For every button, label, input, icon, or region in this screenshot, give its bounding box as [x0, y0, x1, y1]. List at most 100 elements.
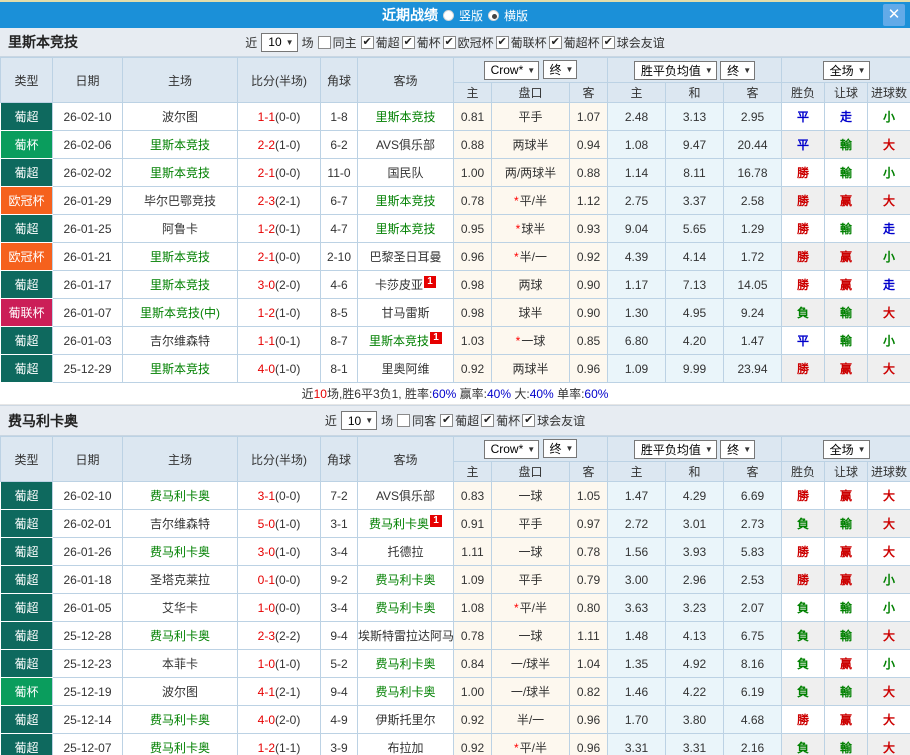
chevron-down-icon: ▼ [365, 416, 374, 425]
handicap-text: 平/半 [519, 194, 547, 208]
home-team: 毕尔巴鄂竞技 [122, 186, 238, 215]
away-team-name: 布拉加 [387, 741, 424, 755]
checkbox-checked-icon[interactable] [548, 35, 562, 49]
full-match-select[interactable]: 全场 ▼ [822, 60, 870, 80]
result-goals: 大 [867, 677, 910, 706]
handicap-text: 平手 [518, 517, 543, 531]
checkbox-unchecked-icon[interactable] [317, 35, 331, 49]
halftime-score: (0-0) [275, 165, 301, 180]
league-type-badge: 葡超 [0, 354, 53, 383]
league-filter-葡超[interactable]: 葡超 [440, 412, 479, 429]
sub-handicap: 盘口 [491, 461, 570, 482]
league-filter-葡杯[interactable]: 葡杯 [481, 412, 520, 429]
result-goals: 走 [867, 214, 910, 243]
checkbox-checked-icon[interactable] [442, 35, 456, 49]
corner-score: 3-9 [320, 733, 358, 755]
live-odds-star-icon: * [513, 250, 519, 264]
corner-score: 6-2 [320, 130, 358, 159]
odds-source-select[interactable]: Crow* ▼ [483, 439, 540, 459]
checkbox-checked-icon[interactable] [522, 414, 536, 427]
mean-draw-odds: 5.65 [665, 214, 724, 243]
away-team: 费马利卡奥 [357, 593, 454, 622]
vertical-layout-label[interactable]: 竖版 [459, 7, 483, 24]
chevron-down-icon: ▼ [527, 65, 536, 75]
match-count-select[interactable]: 10 ▼ [340, 411, 378, 430]
mean-final-select[interactable]: 终 ▼ [720, 439, 756, 459]
home-team: 里斯本竞技 [122, 354, 238, 383]
league-filter-葡杯[interactable]: 葡杯 [401, 34, 441, 51]
home-odds: 0.98 [453, 298, 492, 327]
league-filter-葡超[interactable]: 葡超 [360, 34, 400, 51]
checkbox-checked-icon[interactable] [401, 35, 415, 49]
result-goals: 大 [867, 354, 910, 383]
league-filter-球会友谊[interactable]: 球会友谊 [601, 34, 665, 51]
match-row: 葡超 25-12-23 本菲卡 1-0(1-0) 5-2 费马利卡奥 0.84 一/球半 1.0… [0, 649, 910, 678]
mean-final-select[interactable]: 终 ▼ [720, 60, 756, 80]
league-type-badge: 欧冠杯 [0, 242, 53, 271]
away-team: 里奥阿维 [357, 354, 454, 383]
same-venue-filter[interactable]: 同主 [317, 34, 357, 51]
checkbox-unchecked-icon[interactable] [397, 414, 411, 427]
league-filter-葡超杯[interactable]: 葡超杯 [548, 34, 600, 51]
home-team-name: 费马利卡奥 [149, 545, 210, 559]
result-goals: 小 [867, 649, 910, 678]
away-team: 托德拉 [357, 537, 454, 566]
wdl-mean-select[interactable]: 胜平负均值 ▼ [633, 60, 717, 80]
same-venue-filter[interactable]: 同客 [397, 412, 436, 429]
titlebar: 近期战绩 竖版 横版 ✕ [0, 0, 910, 28]
horizontal-layout-radio[interactable] [488, 9, 499, 21]
away-odds: 0.97 [569, 509, 608, 538]
corner-score: 9-2 [320, 565, 358, 594]
home-odds: 1.09 [453, 565, 492, 594]
home-team-name: 圣塔克莱拉 [149, 573, 210, 587]
full-match-select[interactable]: 全场 ▼ [822, 439, 870, 459]
fulltime-score: 4-1 [257, 684, 275, 699]
horizontal-layout-label[interactable]: 横版 [504, 7, 528, 24]
vertical-layout-radio[interactable] [442, 9, 454, 21]
mean-away-odds: 1.72 [722, 242, 783, 271]
mean-away-odds: 2.95 [722, 102, 783, 131]
result-goals: 小 [867, 102, 910, 131]
odds-source-select[interactable]: Crow* ▼ [483, 60, 540, 80]
league-filter-球会友谊[interactable]: 球会友谊 [522, 412, 585, 429]
checkbox-checked-icon[interactable] [360, 35, 374, 49]
home-team-name: 费马利卡奥 [149, 629, 210, 643]
col-away: 客场 [357, 57, 454, 103]
mean-group-header: 胜平负均值 ▼ 终 ▼ [606, 57, 783, 83]
league-type-badge: 葡超 [0, 158, 53, 187]
match-row: 葡超 26-02-10 波尔图 1-1(0-0) 1-8 里斯本竞技 0.81 平手 1.07 2… [0, 102, 910, 131]
match-row: 葡超 26-01-18 圣塔克莱拉 0-1(0-0) 9-2 费马利卡奥 1.09 平手 0.7… [0, 565, 910, 594]
mean-home-odds: 2.72 [607, 509, 666, 538]
result-handicap: 輸 [824, 621, 869, 650]
corner-score: 9-4 [320, 621, 358, 650]
result-handicap: 輸 [824, 214, 869, 243]
away-team-name: 伊斯托里尔 [375, 713, 436, 727]
sub-mean-away: 客 [722, 461, 783, 482]
checkbox-checked-icon[interactable] [481, 414, 495, 427]
fulltime-score: 1-2 [257, 305, 275, 320]
odds-final-select[interactable]: 终 ▼ [542, 439, 578, 459]
match-count-select[interactable]: 10 ▼ [261, 32, 298, 52]
odds-final-select[interactable]: 终 ▼ [542, 60, 578, 80]
corner-score: 5-2 [320, 649, 358, 678]
away-team: AVS俱乐部 [357, 130, 454, 159]
result-wdl: 負 [781, 677, 826, 706]
handicap-line: *平/半 [491, 593, 570, 622]
away-team-name: 费马利卡奥 [375, 573, 436, 587]
handicap-line: 平手 [491, 509, 570, 538]
fulltime-score: 1-0 [257, 600, 275, 615]
close-button[interactable]: ✕ [883, 4, 905, 26]
checkbox-checked-icon[interactable] [601, 35, 615, 49]
corner-score: 3-1 [320, 509, 358, 538]
wdl-mean-select[interactable]: 胜平负均值 ▼ [633, 439, 717, 459]
checkbox-checked-icon[interactable] [440, 414, 454, 427]
away-team-name: 费马利卡奥 [375, 657, 436, 671]
match-row: 欧冠杯 26-01-21 里斯本竞技 2-1(0-0) 2-10 巴黎圣日耳曼 0.96 *半… [0, 242, 910, 271]
checkbox-checked-icon[interactable] [495, 35, 509, 49]
col-score: 比分(半场) [237, 436, 321, 482]
live-odds-star-icon: * [515, 334, 521, 348]
match-date: 25-12-07 [52, 733, 123, 755]
league-filter-葡联杯[interactable]: 葡联杯 [495, 34, 547, 51]
league-filter-欧冠杯[interactable]: 欧冠杯 [442, 34, 494, 51]
handicap-line: 平手 [491, 102, 570, 131]
